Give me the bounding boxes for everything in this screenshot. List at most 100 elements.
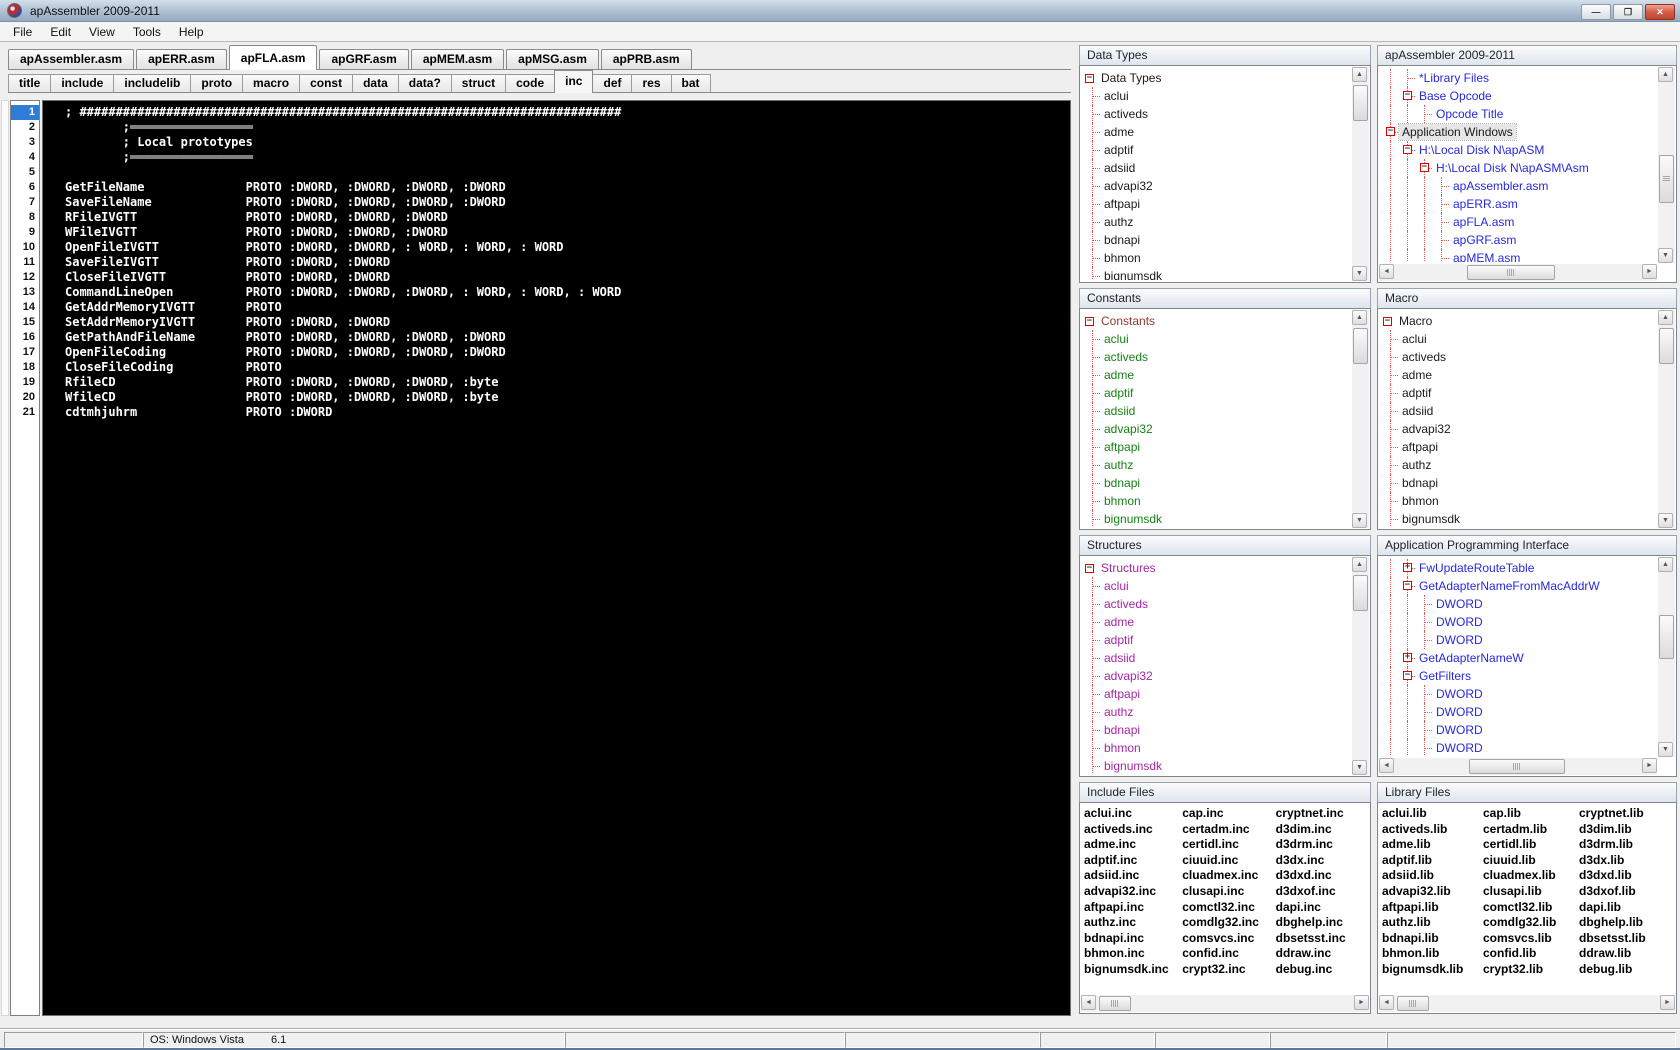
tree-item[interactable]: adptif [1084,141,1350,159]
file-list-item[interactable]: d3dx.lib [1579,853,1674,869]
file-list-item[interactable]: dapi.lib [1579,900,1674,916]
section-tab-struct[interactable]: struct [450,74,507,92]
scroll-right-button[interactable]: ► [1642,758,1657,773]
file-list-item[interactable]: cryptnet.lib [1579,806,1674,822]
file-list-item[interactable]: d3dxd.lib [1579,868,1674,884]
file-list-item[interactable]: clusapi.inc [1182,884,1275,900]
tree-item[interactable]: − Constants [1084,312,1350,330]
tree-item[interactable]: adptif [1382,384,1656,402]
tree-item[interactable]: bdnapi [1084,231,1350,249]
tree-item[interactable]: DWORD [1382,631,1656,649]
horizontal-scrollbar[interactable]: ◄ ► [1379,995,1675,1012]
line-number[interactable]: 18 [11,360,39,375]
section-tab-include[interactable]: include [50,74,115,92]
tree-item[interactable]: adsiid [1084,402,1350,420]
tree-item[interactable]: authz [1084,456,1350,474]
scroll-left-button[interactable]: ◄ [1379,758,1394,773]
file-list-item[interactable]: bdnapi.lib [1382,931,1483,947]
tree-item[interactable]: aftpapi [1084,438,1350,456]
scroll-right-button[interactable]: ► [1642,264,1657,279]
tree-item[interactable]: − GetAdapterNameFromMacAddrW [1382,577,1656,595]
tree-item[interactable]: DWORD [1382,595,1656,613]
tree-item[interactable]: DWORD [1382,703,1656,721]
file-list-item[interactable]: confid.inc [1182,946,1275,962]
expand-icon[interactable]: + [1403,563,1412,572]
line-number[interactable]: 14 [11,300,39,315]
tree-item[interactable]: bhmon [1084,492,1350,510]
scroll-down-button[interactable]: ▼ [1352,760,1367,775]
file-list-item[interactable]: bdnapi.inc [1084,931,1182,947]
tree-item[interactable]: − Structures [1084,559,1350,577]
file-list-item[interactable]: bignumsdk.inc [1084,962,1182,978]
file-list-item[interactable]: comdlg32.lib [1483,915,1579,931]
scroll-down-button[interactable]: ▼ [1352,513,1367,528]
file-list-item[interactable]: comdlg32.inc [1182,915,1275,931]
vertical-scrollbar[interactable]: ▲ ▼ [1658,557,1675,757]
tree-item[interactable]: Opcode Title [1382,105,1656,123]
scroll-down-button[interactable]: ▼ [1658,248,1673,263]
tree-item[interactable]: aclui [1084,577,1350,595]
tree-item[interactable]: adptif [1084,384,1350,402]
tree-item[interactable]: DWORD [1382,685,1656,703]
file-list-item[interactable]: adptif.inc [1084,853,1182,869]
file-list-item[interactable]: debug.inc [1276,962,1368,978]
line-number[interactable]: 5 [11,165,39,180]
scrollbar-thumb[interactable] [1659,328,1674,364]
tree-item[interactable]: bignumsdk [1084,757,1350,774]
file-tab-apgrf-asm[interactable]: apGRF.asm [319,49,409,69]
tree-item[interactable]: − H:\Local Disk N\apASM\Asm [1382,159,1656,177]
tree-item[interactable]: adme [1084,366,1350,384]
file-list-item[interactable]: adme.inc [1084,837,1182,853]
line-number[interactable]: 16 [11,330,39,345]
file-list-item[interactable]: activeds.lib [1382,822,1483,838]
file-list-item[interactable]: dbsetsst.lib [1579,931,1674,947]
file-tab-apfla-asm[interactable]: apFLA.asm [228,45,318,70]
file-list-item[interactable]: adme.lib [1382,837,1483,853]
tree-item[interactable]: bdnapi [1084,721,1350,739]
tree-item[interactable]: apGRF.asm [1382,231,1656,249]
close-button[interactable]: ✕ [1645,4,1675,20]
scrollbar-thumb[interactable] [1469,759,1565,774]
file-list-item[interactable]: confid.lib [1483,946,1579,962]
line-number[interactable]: 12 [11,270,39,285]
horizontal-scrollbar[interactable]: ◄ ► [1379,264,1657,281]
collapse-icon[interactable]: − [1085,73,1094,83]
file-list-item[interactable]: clusapi.lib [1483,884,1579,900]
menu-item-file[interactable]: File [4,23,41,41]
file-tab-aperr-asm[interactable]: apERR.asm [136,49,227,69]
scroll-up-button[interactable]: ▲ [1352,310,1367,325]
section-tab-res[interactable]: res [631,74,672,92]
vertical-scrollbar[interactable]: ▲ ▼ [1352,67,1369,281]
file-list-item[interactable]: d3dx.inc [1276,853,1368,869]
scrollbar-thumb[interactable] [1353,85,1368,121]
tree-item[interactable]: bhmon [1084,249,1350,267]
tree-item[interactable]: − GetFilters [1382,667,1656,685]
tree-item[interactable]: apFLA.asm [1382,213,1656,231]
tree-item[interactable]: bignumsdk [1084,267,1350,280]
tree-item[interactable]: − Macro [1382,312,1656,330]
scrollbar-thumb[interactable] [1659,155,1674,203]
tree-item[interactable]: bignumsdk [1382,510,1656,527]
tree-item[interactable]: authz [1084,213,1350,231]
tree-item[interactable]: advapi32 [1382,420,1656,438]
line-number[interactable]: 10 [11,240,39,255]
expand-icon[interactable]: + [1403,653,1412,662]
vertical-scrollbar[interactable]: ▲ ▼ [1352,557,1369,775]
collapse-icon[interactable]: − [1420,163,1429,172]
collapse-icon[interactable]: − [1386,127,1395,136]
scroll-left-button[interactable]: ◄ [1379,995,1394,1010]
tree-item[interactable]: activeds [1084,595,1350,613]
line-number[interactable]: 1 [11,105,39,120]
tree-item[interactable]: *Library Files [1382,69,1656,87]
tree-item[interactable]: adme [1084,123,1350,141]
tree-item[interactable]: adsiid [1084,159,1350,177]
tree-item[interactable]: advapi32 [1084,667,1350,685]
tree-item[interactable]: bhmon [1382,492,1656,510]
tree-item[interactable]: bdnapi [1382,474,1656,492]
file-list-item[interactable]: d3dxd.inc [1276,868,1368,884]
scroll-left-button[interactable]: ◄ [1081,995,1096,1010]
scroll-up-button[interactable]: ▲ [1352,557,1367,572]
file-list-item[interactable]: d3dxof.inc [1276,884,1368,900]
scroll-up-button[interactable]: ▲ [1658,557,1673,572]
tree-item[interactable]: + GetAdapterNameW [1382,649,1656,667]
